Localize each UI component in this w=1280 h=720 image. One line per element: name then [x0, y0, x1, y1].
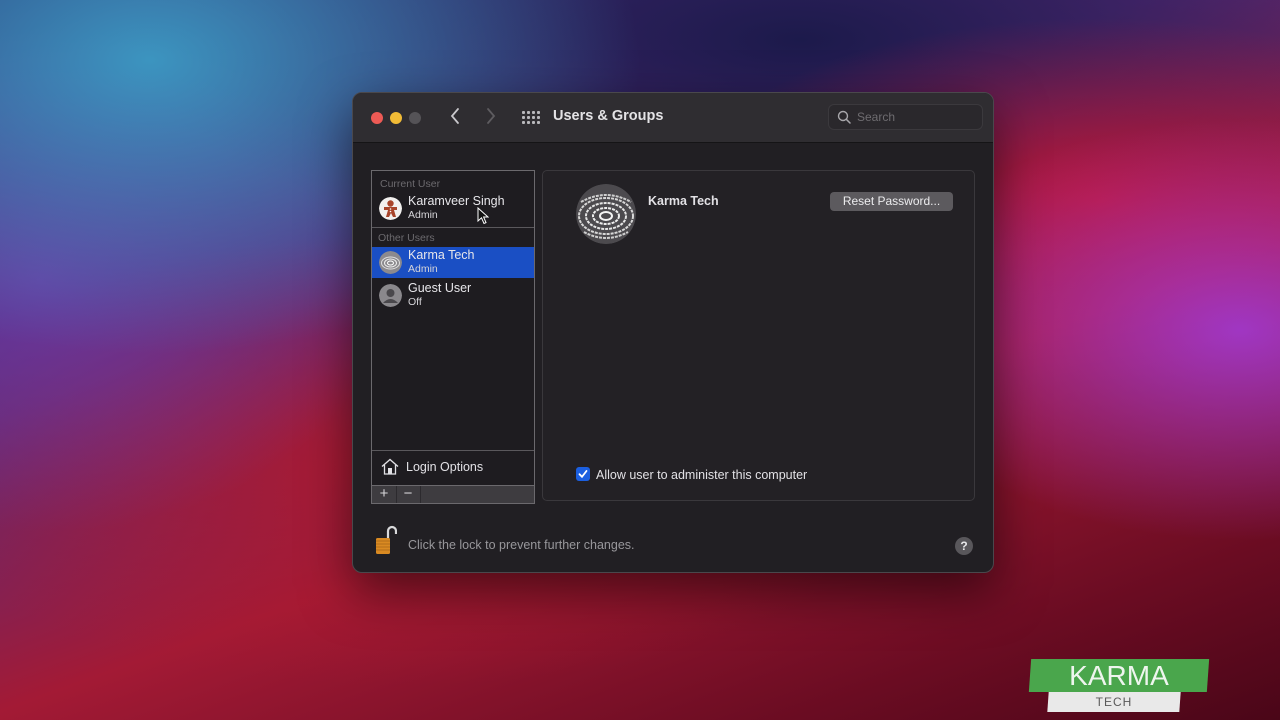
- guest-avatar: [379, 284, 402, 307]
- allow-admin-checkbox[interactable]: [576, 467, 590, 481]
- zoom-button[interactable]: [409, 112, 421, 124]
- user-role: Admin: [408, 263, 438, 275]
- reset-password-button[interactable]: Reset Password...: [830, 192, 953, 211]
- back-button[interactable]: [445, 107, 465, 129]
- add-remove-bar: + −: [371, 485, 535, 504]
- help-button[interactable]: ?: [955, 537, 973, 555]
- add-user-button[interactable]: +: [372, 486, 397, 503]
- login-options-item[interactable]: Login Options: [371, 450, 535, 485]
- login-options-label: Login Options: [406, 460, 484, 474]
- mouse-cursor-icon: [477, 207, 489, 225]
- users-groups-window: Users & Groups Current User Karamveer Si…: [352, 92, 994, 573]
- user-picture[interactable]: [576, 184, 636, 244]
- user-row-guest-user[interactable]: Guest User Off: [372, 280, 534, 311]
- titlebar: Users & Groups: [353, 93, 993, 143]
- karma-tech-logo-sub: TECH: [1047, 692, 1181, 712]
- search-input[interactable]: [857, 108, 975, 126]
- karma-tech-logo: KARMA: [1028, 659, 1210, 692]
- user-row-karamveer-singh[interactable]: Karamveer Singh Admin: [372, 193, 534, 224]
- chevron-left-icon: [450, 108, 459, 124]
- forward-button[interactable]: [481, 107, 501, 129]
- checkmark-icon: [578, 470, 588, 479]
- user-role: Admin: [408, 209, 438, 221]
- unlocked-padlock-icon[interactable]: [375, 525, 397, 555]
- gingerbread-avatar: [379, 197, 402, 220]
- fingerprint-avatar: [379, 251, 402, 274]
- show-all-grid-icon[interactable]: [522, 111, 540, 124]
- logo-text-bottom: TECH: [1095, 695, 1133, 709]
- lock-status-text: Click the lock to prevent further change…: [408, 538, 635, 552]
- chevron-right-icon: [487, 108, 496, 124]
- search-field[interactable]: [828, 104, 983, 130]
- current-user-heading: Current User: [380, 178, 441, 190]
- house-icon: [381, 458, 399, 475]
- user-row-karma-tech[interactable]: Karma Tech Admin: [372, 247, 534, 278]
- minimize-button[interactable]: [390, 112, 402, 124]
- selected-user-name: Karma Tech: [648, 194, 719, 208]
- search-icon: [837, 110, 851, 124]
- window-title: Users & Groups: [553, 108, 664, 124]
- logo-text-top: KARMA: [1069, 660, 1169, 691]
- close-button[interactable]: [371, 112, 383, 124]
- user-name: Karma Tech: [408, 248, 475, 262]
- user-detail-panel: Karma Tech Reset Password... Allow user …: [542, 170, 975, 501]
- allow-admin-label[interactable]: Allow user to administer this computer: [596, 468, 807, 482]
- remove-user-button[interactable]: −: [396, 486, 421, 503]
- user-role: Off: [408, 296, 422, 308]
- section-divider: [372, 227, 534, 228]
- other-users-heading: Other Users: [378, 232, 435, 244]
- user-name: Karamveer Singh: [408, 194, 505, 208]
- user-name: Guest User: [408, 281, 472, 295]
